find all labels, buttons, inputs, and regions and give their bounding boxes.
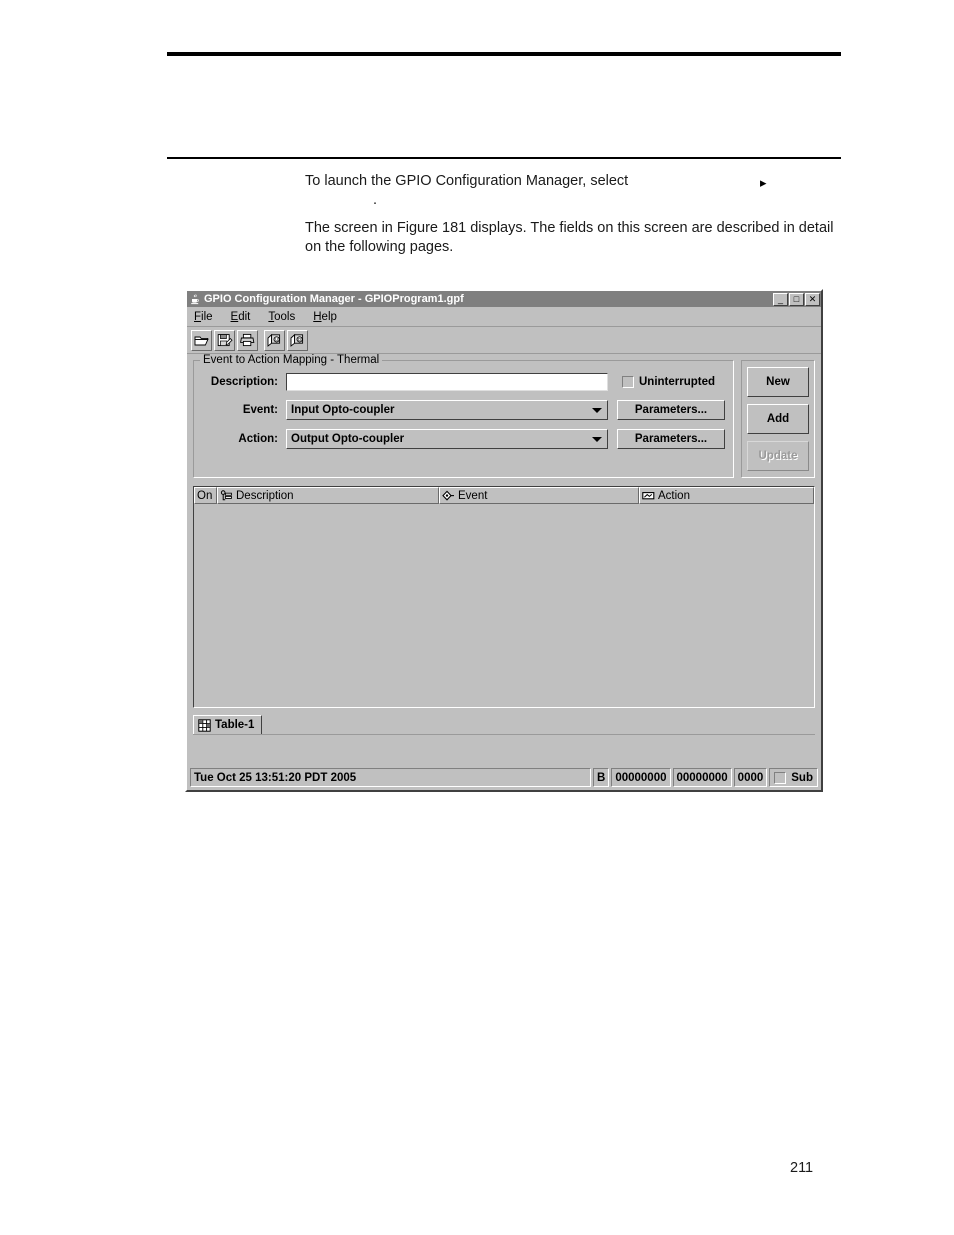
status-sub-label: Sub — [791, 771, 813, 784]
diamond-icon — [442, 490, 455, 502]
toolbar: U D — [187, 327, 821, 354]
menu-bar: File Edit Tools Help — [187, 307, 821, 327]
page-number: 211 — [790, 1160, 814, 1176]
svg-text:D: D — [298, 337, 301, 342]
window-content: Event to Action Mapping - Thermal Descri… — [187, 354, 821, 735]
table-header-row: On Description Event Action — [194, 487, 814, 504]
sub-checkbox-box[interactable] — [774, 771, 787, 784]
action-parameters-button[interactable]: Parameters... — [617, 429, 725, 449]
print-icon[interactable] — [237, 329, 258, 351]
upload-icon[interactable]: U — [264, 329, 285, 351]
paragraph-figure: The screen in Figure 181 displays. The f… — [305, 220, 834, 255]
maximize-button[interactable]: □ — [789, 292, 804, 306]
action-dropdown-value: Output Opto-coupler — [291, 433, 405, 445]
minimize-button[interactable]: _ — [773, 292, 788, 306]
section-rule — [167, 157, 841, 159]
column-header-event-label: Event — [458, 489, 488, 502]
action-dropdown[interactable]: Output Opto-coupler — [286, 429, 608, 449]
tab-table-1[interactable]: Table-1 — [193, 715, 263, 734]
table-grid-icon — [198, 718, 211, 732]
uninterrupted-label: Uninterrupted — [639, 376, 716, 388]
update-button: Update — [747, 441, 809, 471]
gpio-configuration-manager-window: GPIO Configuration Manager - GPIOProgram… — [185, 289, 823, 792]
status-field3: 0000 — [733, 768, 768, 787]
window-title: GPIO Configuration Manager - GPIOProgram… — [204, 293, 464, 305]
tab-table-1-label: Table-1 — [215, 719, 255, 731]
description-row: Description: Uninterrupted — [202, 373, 725, 391]
column-header-action-label: Action — [658, 489, 690, 502]
svg-text:U: U — [275, 337, 278, 342]
action-row: Action: Output Opto-coupler Parameters..… — [202, 429, 725, 449]
group-title: Event to Action Mapping - Thermal — [200, 354, 383, 366]
status-sub-checkbox[interactable]: Sub — [769, 768, 818, 787]
tab-strip: Table-1 — [193, 715, 815, 735]
save-file-icon[interactable] — [214, 329, 235, 351]
header-rule — [167, 52, 841, 56]
event-to-action-mapping-group: Event to Action Mapping - Thermal Descri… — [193, 354, 734, 478]
mapping-row: Event to Action Mapping - Thermal Descri… — [193, 354, 815, 478]
menu-item-edit[interactable]: Edit — [229, 310, 253, 324]
table-body[interactable] — [194, 504, 814, 707]
action-label: Action: — [238, 433, 278, 445]
window-controls: _ □ ✕ — [773, 292, 820, 306]
event-dropdown-value: Input Opto-coupler — [291, 404, 395, 416]
column-header-description[interactable]: Description — [217, 487, 439, 504]
title-bar[interactable]: GPIO Configuration Manager - GPIOProgram… — [187, 291, 821, 307]
menu-item-tools[interactable]: Tools — [266, 310, 297, 324]
event-label: Event: — [242, 404, 278, 416]
chevron-down-icon[interactable] — [589, 401, 605, 419]
column-header-description-label: Description — [236, 489, 294, 502]
status-bar: Tue Oct 25 13:51:20 PDT 2005 B 00000000 … — [190, 768, 818, 787]
description-label: Description: — [210, 376, 278, 388]
download-icon[interactable]: D — [287, 329, 308, 351]
column-header-event[interactable]: Event — [439, 487, 639, 504]
event-parameters-button[interactable]: Parameters... — [617, 400, 725, 420]
menu-item-help[interactable]: Help — [311, 310, 339, 324]
mappings-table: On Description Event Action — [193, 486, 815, 708]
new-button[interactable]: New — [747, 367, 809, 397]
open-file-icon[interactable] — [191, 329, 212, 351]
event-dropdown[interactable]: Input Opto-coupler — [286, 400, 608, 420]
status-field1: 00000000 — [611, 768, 671, 787]
column-header-action[interactable]: Action — [639, 487, 814, 504]
java-cup-icon — [189, 293, 201, 305]
add-button[interactable]: Add — [747, 404, 809, 434]
chevron-down-icon[interactable] — [589, 430, 605, 448]
close-button[interactable]: ✕ — [805, 292, 820, 306]
menu-item-file[interactable]: File — [192, 310, 215, 324]
column-header-on[interactable]: On — [194, 487, 217, 504]
uninterrupted-checkbox-box[interactable] — [622, 376, 634, 388]
uninterrupted-checkbox[interactable]: Uninterrupted — [622, 376, 715, 388]
description-input[interactable] — [286, 373, 608, 391]
event-row: Event: Input Opto-coupler Parameters... — [202, 400, 725, 420]
status-date: Tue Oct 25 13:51:20 PDT 2005 — [190, 768, 592, 787]
action-box-icon — [642, 490, 655, 502]
status-mode: B — [593, 768, 610, 787]
status-field2: 00000000 — [672, 768, 732, 787]
action-buttons-panel: New Add Update — [741, 360, 815, 478]
paragraph-dot: . — [373, 192, 378, 208]
menu-path-arrow-icon: ▸ — [760, 175, 767, 190]
tag-icon — [220, 489, 233, 502]
